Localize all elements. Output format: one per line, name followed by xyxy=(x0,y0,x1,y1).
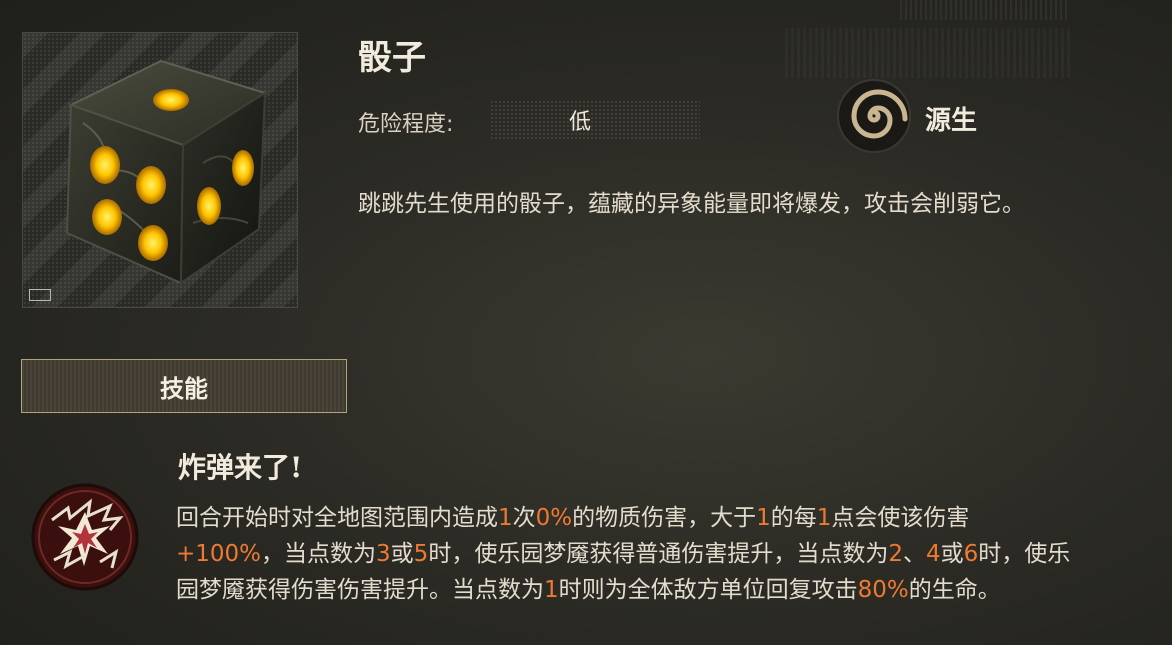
desc-number: 3 xyxy=(376,541,391,567)
type-label: 源生 xyxy=(925,106,978,136)
danger-value-box: 低 xyxy=(490,100,700,140)
explosion-icon xyxy=(31,483,139,591)
skill-tab[interactable]: 技能 xyxy=(21,359,347,413)
decorative-texture-top xyxy=(900,0,1070,20)
desc-segment: ，当点数为 xyxy=(261,541,377,567)
desc-number: 0% xyxy=(535,505,573,531)
desc-number: 4 xyxy=(925,541,941,567)
desc-number: 1 xyxy=(498,505,513,531)
desc-segment: 点会使该伤害 xyxy=(831,505,970,531)
item-portrait xyxy=(22,32,298,308)
desc-segment: 的生命。 xyxy=(908,577,1001,603)
desc-number: 1 xyxy=(544,577,559,603)
portrait-tag xyxy=(29,289,51,301)
desc-number: 2 xyxy=(888,541,903,567)
item-description: 跳跳先生使用的骰子，蕴藏的异象能量即将爆发，攻击会削弱它。 xyxy=(358,191,1025,217)
skill-description: 回合开始时对全地图范围内造成1次0%的物质伤害，大于1的每1点会使该伤害+100… xyxy=(176,500,1076,608)
item-name: 骰子 xyxy=(358,38,426,78)
skill-name: 炸弹来了! xyxy=(178,451,303,484)
dice-icon xyxy=(65,59,268,285)
desc-number: 80% xyxy=(857,577,909,603)
desc-segment: 的每 xyxy=(770,505,817,531)
danger-label: 危险程度: xyxy=(358,112,454,137)
danger-value: 低 xyxy=(568,110,591,135)
desc-segment: 时则为全体敌方单位回复攻击 xyxy=(558,577,858,603)
desc-segment: 回合开始时对全地图范围内造成 xyxy=(176,505,498,531)
desc-segment: 、 xyxy=(902,541,926,567)
desc-number: 5 xyxy=(413,541,429,567)
desc-number: 6 xyxy=(963,541,979,567)
skill-tab-label: 技能 xyxy=(160,373,208,403)
desc-segment: 的物质伤害，大于 xyxy=(572,505,757,531)
desc-segment: 或 xyxy=(940,541,964,567)
desc-segment: 时，使乐园梦魇获得普通伤害提升，当点数为 xyxy=(428,541,889,567)
decorative-texture xyxy=(785,28,1070,78)
desc-segment: 或 xyxy=(390,541,414,567)
spiral-icon xyxy=(837,79,911,153)
desc-segment: 次 xyxy=(512,505,536,531)
desc-number: 1 xyxy=(816,505,832,531)
desc-number: +100% xyxy=(176,541,262,567)
desc-number: 1 xyxy=(756,505,771,531)
